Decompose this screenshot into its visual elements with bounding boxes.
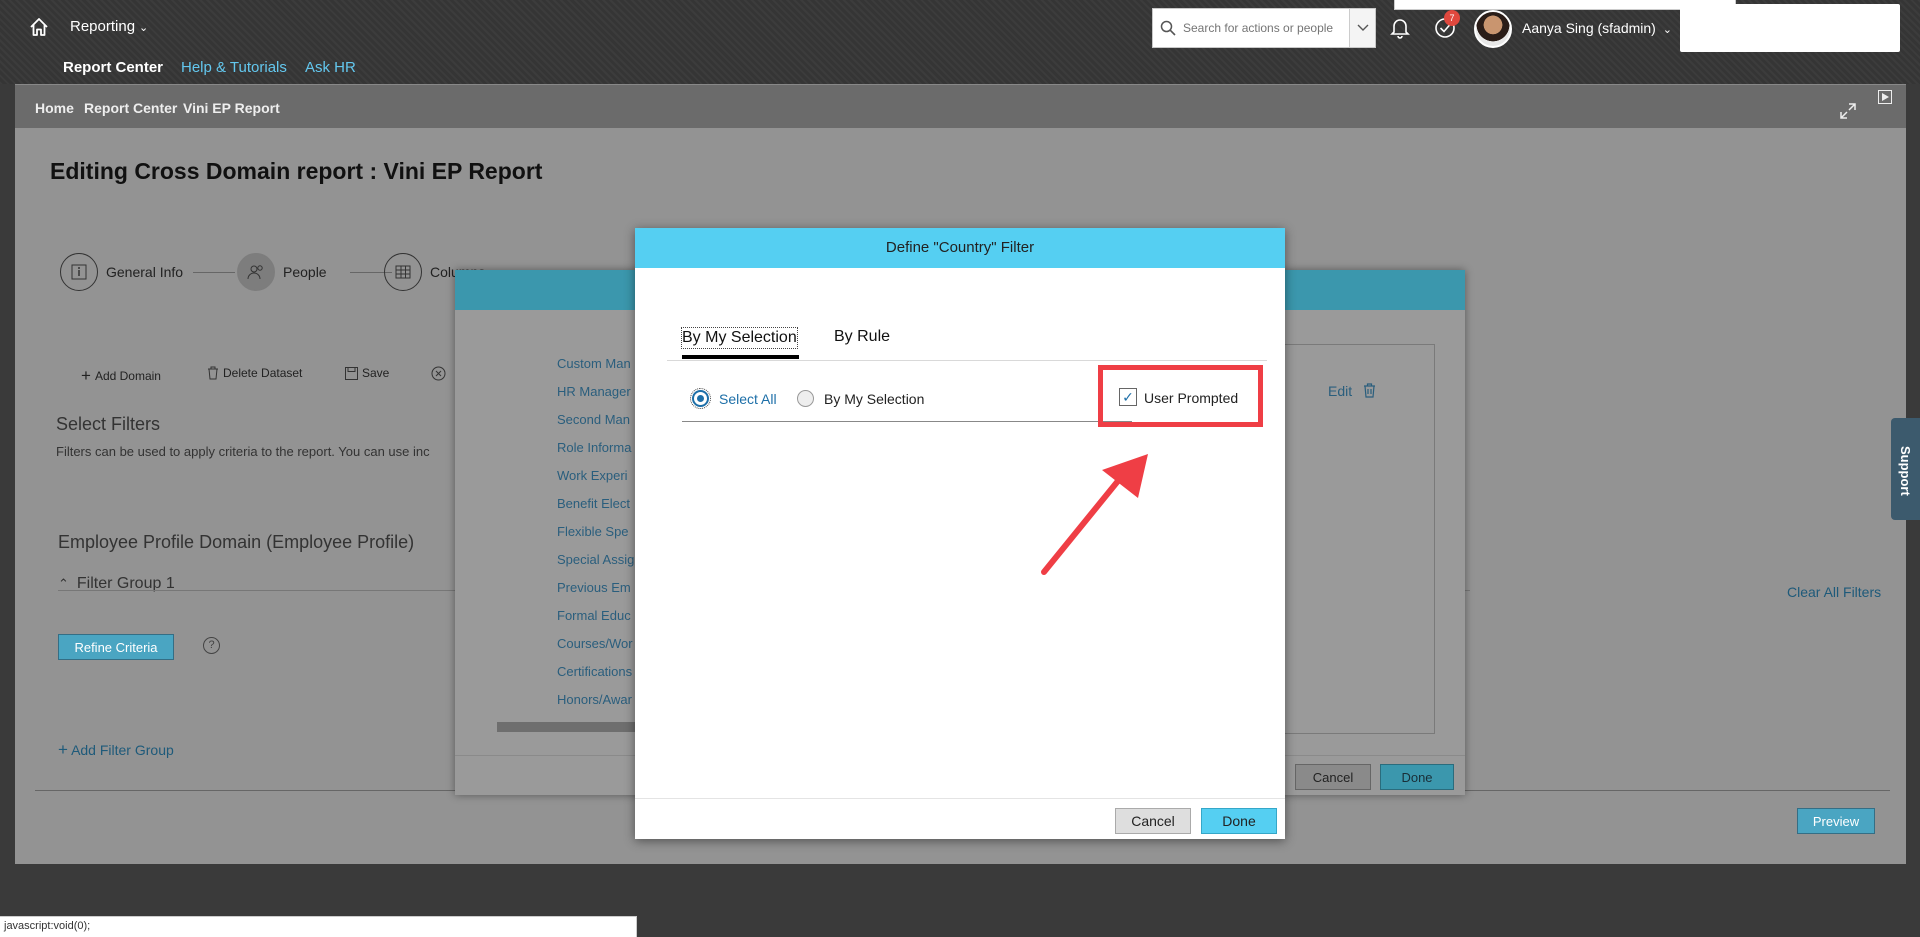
step-label: General Info (106, 264, 184, 280)
user-prompted-checkbox[interactable]: ✓ (1119, 388, 1137, 406)
tab-by-rule[interactable]: By Rule (834, 328, 890, 346)
breadcrumb: Home Report Center Vini EP Report (15, 84, 1906, 128)
save-icon (345, 366, 358, 380)
delete-dataset-button[interactable]: Delete Dataset (207, 366, 302, 380)
trash-icon[interactable] (1363, 383, 1376, 398)
active-tab-indicator (682, 355, 799, 359)
radio-empty-icon (797, 390, 814, 407)
add-filter-group-link[interactable]: + Add Filter Group (58, 740, 174, 760)
home-icon[interactable] (28, 16, 50, 38)
radio-label: Select All (719, 390, 777, 407)
people-icon (237, 253, 275, 291)
step-general-info[interactable]: General Info (60, 253, 183, 291)
list-item[interactable]: Formal Educ (557, 607, 634, 635)
search-dropdown-chevron-icon[interactable] (1349, 9, 1375, 47)
domain-heading: Employee Profile Domain (Employee Profil… (58, 532, 415, 552)
chevron-down-icon: ⌄ (139, 22, 149, 34)
select-filters-description: Filters can be used to apply criteria to… (56, 444, 430, 459)
list-item[interactable]: Courses/Wor (557, 635, 634, 663)
play-icon[interactable] (1878, 90, 1892, 104)
breadcrumb-home[interactable]: Home (35, 100, 74, 116)
divider (635, 798, 1285, 799)
add-filter-group-label: Add Filter Group (71, 742, 174, 758)
annotation-arrow-icon (1041, 454, 1148, 575)
app-switcher[interactable]: Reporting ⌄ (70, 18, 148, 35)
list-item[interactable]: Role Informa (557, 439, 634, 467)
preview-button[interactable]: Preview (1797, 808, 1875, 834)
plus-icon: + (81, 366, 91, 385)
list-item[interactable]: Second Man (557, 411, 634, 439)
support-tab[interactable]: Support (1891, 418, 1920, 520)
save-button[interactable]: Save (345, 366, 389, 380)
step-label: People (283, 264, 327, 280)
chevron-down-icon: ⌄ (1662, 24, 1672, 36)
delete-dataset-label: Delete Dataset (223, 366, 303, 380)
plus-icon: + (58, 740, 68, 759)
define-country-filter-dialog: Define "Country" Filter By My Selection … (635, 228, 1285, 839)
done-button[interactable]: Done (1201, 808, 1277, 834)
clear-all-filters-link[interactable]: Clear All Filters (1787, 584, 1881, 600)
nav-report-center[interactable]: Report Center (63, 59, 163, 76)
radio-selected-icon (690, 388, 711, 409)
chevron-up-icon: ⌃ (58, 576, 69, 591)
list-item[interactable]: Honors/Awar (557, 691, 634, 719)
user-menu[interactable]: Aanya Sing (sfadmin) ⌄ (1522, 20, 1672, 36)
trash-icon (208, 366, 218, 380)
list-item[interactable]: Previous Em (557, 579, 634, 607)
back-done-button[interactable]: Done (1380, 764, 1454, 790)
list-item[interactable]: Benefit Elect (557, 495, 634, 523)
select-filters-heading: Select Filters (56, 414, 161, 434)
list-item[interactable]: Special Assig (557, 551, 634, 579)
nav-ask-hr[interactable]: Ask HR (305, 59, 356, 76)
breadcrumb-report-center[interactable]: Report Center (84, 100, 177, 116)
add-domain-button[interactable]: + Add Domain (81, 366, 161, 386)
user-name: Aanya Sing (sfadmin) (1522, 20, 1656, 36)
field-list: Custom Man HR Manager Second Man Role In… (557, 355, 634, 719)
radio-select-all[interactable]: Select All (690, 388, 777, 409)
expand-icon[interactable] (1840, 103, 1856, 119)
divider (682, 421, 1132, 422)
edit-link[interactable]: Edit (1328, 383, 1352, 399)
divider (667, 360, 1267, 361)
list-item[interactable]: Flexible Spe (557, 523, 634, 551)
list-item[interactable]: Custom Man (557, 355, 634, 383)
step-people[interactable]: People (237, 253, 327, 291)
table-icon (384, 253, 422, 291)
back-cancel-button[interactable]: Cancel (1295, 764, 1371, 790)
search-input[interactable] (1183, 21, 1349, 35)
cancel-button[interactable]: Cancel (1115, 808, 1191, 834)
add-domain-label: Add Domain (94, 369, 161, 383)
shell-header: Reporting ⌄ Report Center Help & Tutorial… (0, 0, 1920, 84)
save-label: Save (362, 366, 390, 380)
todo-count-badge: 7 (1444, 10, 1460, 26)
list-item[interactable]: Certifications (557, 663, 634, 691)
blank-panel (1680, 4, 1900, 52)
browser-status-bar: javascript:void(0); (0, 916, 637, 937)
avatar[interactable] (1474, 10, 1512, 48)
refine-criteria-button[interactable]: Refine Criteria (58, 634, 174, 660)
page-title: Editing Cross Domain report : Vini EP Re… (50, 158, 543, 184)
user-prompted-label: User Prompted (1144, 390, 1239, 406)
info-icon (60, 253, 98, 291)
radio-label: By My Selection (824, 390, 925, 407)
bell-icon[interactable] (1390, 17, 1410, 39)
dialog-title: Define "Country" Filter (635, 228, 1285, 268)
list-item[interactable]: Work Experi (557, 467, 634, 495)
radio-by-my-selection[interactable]: By My Selection (797, 390, 924, 407)
search-box (1152, 8, 1376, 48)
close-circle-icon[interactable] (431, 366, 446, 381)
tab-by-my-selection[interactable]: By My Selection (681, 327, 798, 349)
step-connector (193, 272, 235, 273)
support-label: Support (1898, 446, 1913, 496)
search-icon[interactable] (1153, 9, 1183, 47)
help-icon[interactable]: ? (203, 637, 220, 654)
list-item[interactable]: HR Manager (557, 383, 634, 411)
breadcrumb-current: Vini EP Report (183, 100, 280, 116)
app-name: Reporting (70, 18, 136, 35)
nav-help-tutorials[interactable]: Help & Tutorials (181, 59, 287, 76)
